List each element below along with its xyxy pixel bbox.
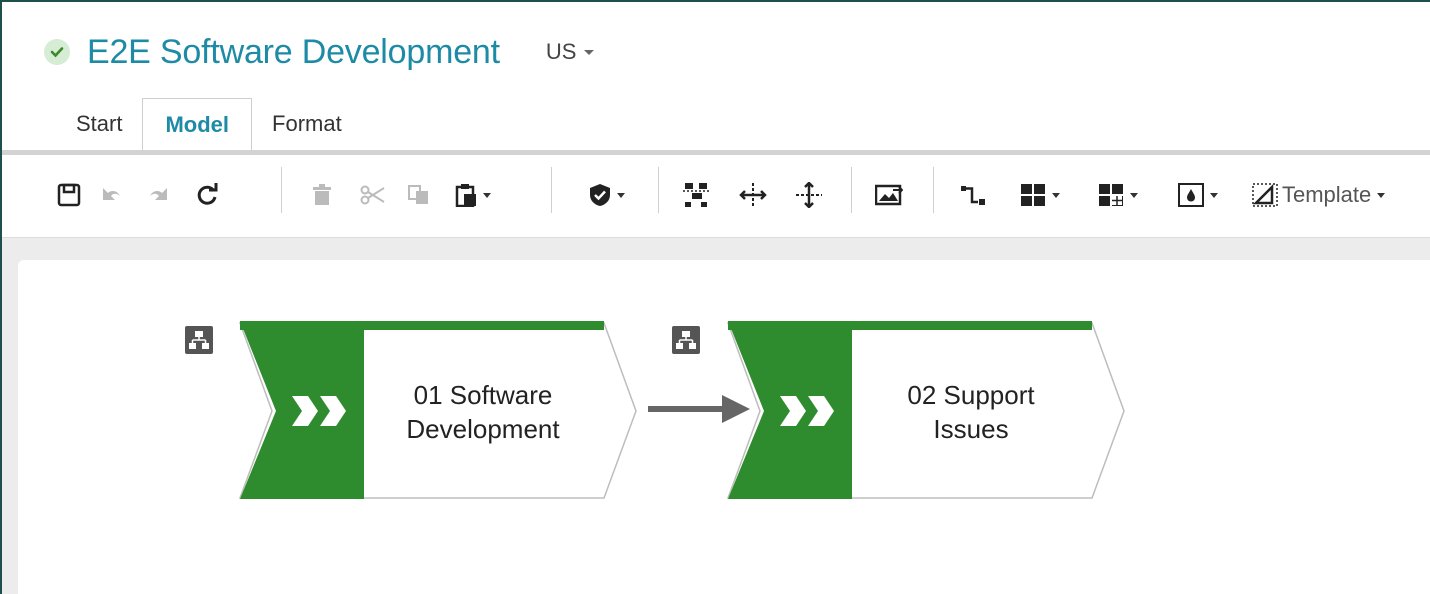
connection-icon (961, 186, 985, 205)
template-icon (1252, 183, 1278, 207)
process-label-line: 02 Support (907, 380, 1035, 410)
tab-format[interactable]: Format (252, 98, 362, 150)
language-dropdown[interactable]: US (546, 39, 595, 65)
copy-button[interactable] (404, 177, 434, 213)
grid-icon (1021, 184, 1045, 206)
assignment-icon[interactable] (185, 326, 213, 354)
image-export-icon (875, 184, 903, 206)
tab-model[interactable]: Model (142, 98, 253, 150)
tab-start[interactable]: Start (56, 98, 142, 150)
fill-icon (1178, 183, 1204, 207)
chevron-down-icon (1130, 192, 1138, 198)
process-label-line: 01 Software (413, 380, 553, 410)
header: E2E Software Development US (44, 30, 595, 74)
redo-button[interactable] (144, 177, 174, 213)
chevron-down-icon (1377, 192, 1386, 198)
template-label: Template (1282, 182, 1372, 207)
cut-icon (360, 185, 385, 205)
process-label-line: Development (406, 414, 560, 444)
vertical-spacing-button[interactable] (792, 177, 826, 213)
chevron-down-icon (1210, 192, 1218, 198)
page-title: E2E Software Development (87, 32, 500, 71)
model-canvas[interactable] (18, 260, 1430, 594)
table-layout-button[interactable] (1092, 177, 1144, 213)
toolbar-separator (281, 167, 282, 213)
connection-button[interactable] (956, 177, 990, 213)
chevron-down-icon (617, 192, 625, 198)
toolbar-separator (933, 167, 934, 213)
auto-layout-button[interactable] (680, 177, 714, 213)
shield-icon (590, 184, 610, 206)
process-label-line: Issues (933, 414, 1009, 444)
process-label-2: 02 Support Issues (856, 378, 1086, 446)
refresh-icon (197, 183, 218, 205)
toolbar-separator (658, 167, 659, 213)
export-image-button[interactable] (872, 177, 906, 213)
delete-icon (313, 184, 331, 205)
vertical-spacing-icon (796, 182, 822, 208)
save-button[interactable] (54, 177, 84, 213)
undo-button[interactable] (96, 177, 126, 213)
copy-icon (408, 185, 428, 204)
layout-icon (683, 183, 711, 207)
paste-button[interactable] (450, 177, 496, 213)
fill-color-button[interactable] (1170, 177, 1226, 213)
ribbon-tabs: Start Model Format (56, 98, 362, 150)
toolbar-separator (851, 167, 852, 213)
assignment-icon[interactable] (672, 326, 700, 354)
paste-icon (455, 184, 476, 207)
redo-icon (150, 188, 167, 200)
template-dropdown[interactable]: Template (1252, 177, 1430, 213)
horizontal-spacing-button[interactable] (736, 177, 770, 213)
process-label-1: 01 Software Development (368, 378, 598, 446)
chevron-down-icon (483, 192, 491, 198)
arrange-button[interactable] (1014, 177, 1066, 213)
save-icon (57, 183, 81, 207)
chevron-down-icon (584, 49, 595, 55)
toolbar: Template (2, 155, 1430, 238)
horizontal-spacing-icon (739, 183, 767, 207)
chevron-down-icon (1052, 192, 1060, 198)
toolbar-separator (551, 167, 552, 213)
language-label: US (545, 39, 577, 64)
cut-button[interactable] (358, 177, 388, 213)
security-button[interactable] (582, 177, 632, 213)
undo-icon (103, 188, 120, 200)
table-icon (1099, 184, 1123, 206)
check-status-icon (44, 39, 70, 65)
refresh-button[interactable] (192, 177, 222, 213)
delete-button[interactable] (308, 177, 336, 213)
